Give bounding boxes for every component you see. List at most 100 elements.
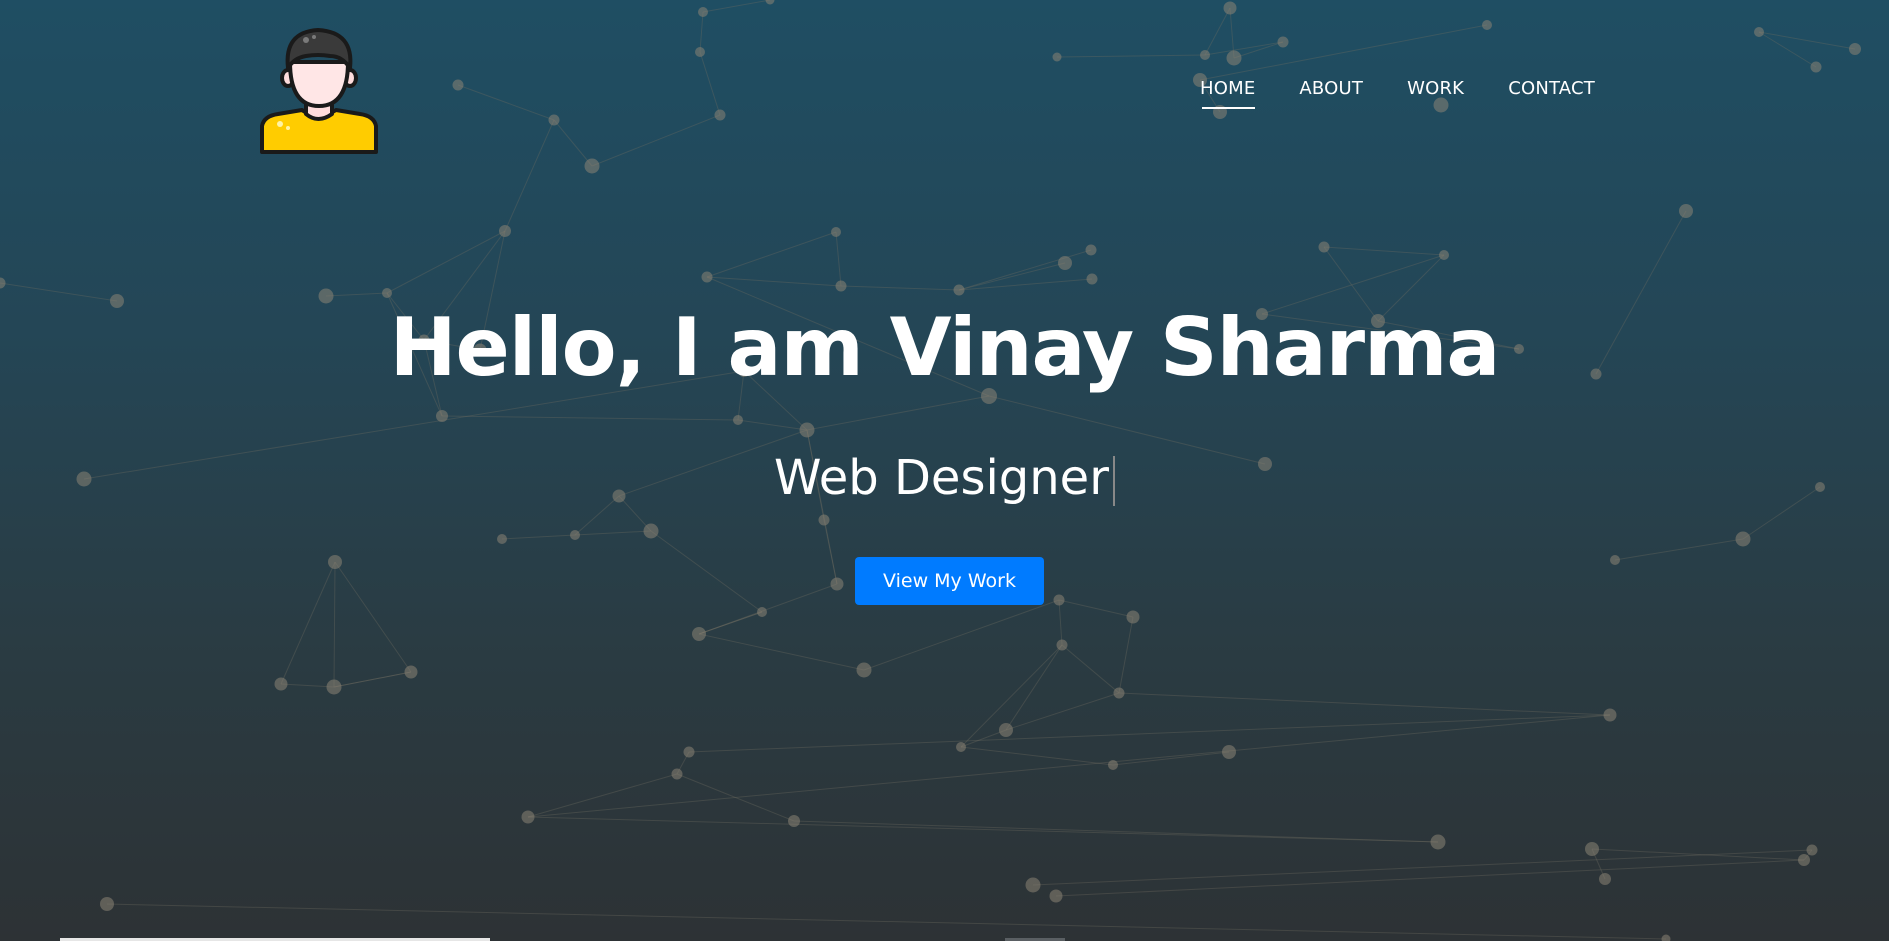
particle-link bbox=[960, 729, 1007, 748]
particle-dot bbox=[1025, 877, 1041, 893]
particle-link bbox=[688, 714, 1611, 753]
particle-dot bbox=[274, 677, 288, 691]
hero-title: Hello, I am Vinay Sharma bbox=[389, 301, 1501, 394]
particle-dot bbox=[835, 280, 847, 292]
particle-dot bbox=[1599, 873, 1611, 885]
nav-work[interactable]: WORK bbox=[1407, 78, 1464, 109]
particle-link bbox=[1118, 616, 1134, 694]
particle-dot bbox=[1223, 1, 1237, 15]
particle-dot bbox=[830, 577, 844, 591]
particle-dot bbox=[799, 422, 815, 438]
particle-dot bbox=[1585, 842, 1599, 856]
particle-dot bbox=[701, 271, 713, 283]
particle-dot bbox=[497, 534, 507, 544]
particle-link bbox=[835, 231, 842, 287]
particle-dot bbox=[382, 288, 392, 298]
particle-dot bbox=[818, 514, 830, 526]
particle-dot bbox=[695, 47, 705, 57]
particle-link bbox=[1058, 599, 1063, 646]
particle-link bbox=[706, 231, 837, 278]
particle-dot bbox=[999, 723, 1013, 737]
particle-dot bbox=[1058, 256, 1072, 270]
particle-link bbox=[1204, 41, 1284, 56]
particle-dot bbox=[1735, 531, 1751, 547]
particle-link bbox=[699, 11, 704, 53]
particle-link bbox=[0, 282, 118, 302]
particle-link bbox=[1323, 246, 1445, 256]
particle-dot bbox=[1610, 555, 1620, 565]
particle-link bbox=[698, 611, 763, 635]
particle-dot bbox=[570, 530, 580, 540]
particle-dot bbox=[1482, 20, 1492, 30]
particle-link bbox=[280, 683, 335, 688]
particle-dot bbox=[1086, 273, 1098, 285]
particle-link bbox=[650, 530, 763, 613]
particle-dot bbox=[1056, 639, 1068, 651]
particle-dot bbox=[1318, 241, 1330, 253]
particle-link bbox=[1005, 644, 1063, 731]
particle-link bbox=[823, 519, 838, 585]
particle-link bbox=[325, 292, 388, 297]
typing-caret bbox=[1112, 456, 1115, 506]
particle-link bbox=[1199, 24, 1488, 81]
particle-dot bbox=[671, 768, 683, 780]
particle-link bbox=[553, 119, 593, 167]
particle-dot bbox=[1200, 50, 1210, 60]
particle-dot bbox=[1754, 27, 1764, 37]
particle-link bbox=[334, 561, 412, 673]
particle-dot bbox=[683, 746, 695, 758]
particle-dot bbox=[1439, 250, 1449, 260]
particle-link bbox=[1204, 7, 1231, 56]
particle-dot bbox=[757, 607, 767, 617]
particle-dot bbox=[856, 662, 872, 678]
particle-link bbox=[527, 714, 1611, 818]
particle-dot bbox=[0, 277, 6, 289]
particle-link bbox=[1118, 692, 1611, 716]
particle-link bbox=[699, 51, 721, 116]
particle-link bbox=[1058, 599, 1134, 618]
particle-link bbox=[441, 415, 739, 421]
particle-link bbox=[958, 249, 1092, 291]
particle-dot bbox=[584, 158, 600, 174]
particle-dot bbox=[499, 225, 511, 237]
particle-dot bbox=[1806, 844, 1818, 856]
particle-dot bbox=[698, 7, 708, 17]
particle-link bbox=[1112, 751, 1230, 766]
particle-link bbox=[457, 84, 555, 121]
particle-dot bbox=[110, 294, 124, 308]
particle-dot bbox=[643, 523, 659, 539]
particle-dot bbox=[328, 555, 342, 569]
particle-dot bbox=[1222, 745, 1236, 759]
particle-dot bbox=[1430, 834, 1446, 850]
particle-link bbox=[1055, 859, 1805, 897]
particle-dot bbox=[1603, 708, 1617, 722]
avatar-logo[interactable] bbox=[258, 26, 380, 154]
hero-subtitle: Web Designer bbox=[774, 450, 1109, 506]
particle-link bbox=[706, 276, 842, 287]
particle-link bbox=[737, 419, 808, 431]
particle-dot bbox=[714, 109, 726, 121]
particle-dot bbox=[1085, 244, 1097, 256]
view-my-work-button[interactable]: View My Work bbox=[855, 557, 1044, 605]
particle-dot bbox=[953, 284, 965, 296]
particle-dot bbox=[1849, 43, 1861, 55]
particle-dot bbox=[1226, 50, 1242, 66]
particle-dot bbox=[521, 810, 535, 824]
particle-link bbox=[504, 119, 555, 232]
particle-link bbox=[1032, 849, 1813, 886]
nav-home[interactable]: HOME bbox=[1200, 78, 1256, 109]
particle-dot bbox=[1126, 610, 1140, 624]
nav-about[interactable]: ABOUT bbox=[1299, 78, 1363, 109]
particle-link bbox=[333, 561, 336, 688]
avatar-icon bbox=[260, 28, 378, 154]
particle-dot bbox=[548, 114, 560, 126]
particle-dot bbox=[436, 410, 448, 422]
particle-link bbox=[793, 820, 1439, 843]
nav-contact[interactable]: CONTACT bbox=[1508, 78, 1595, 109]
particle-dot bbox=[733, 415, 743, 425]
particle-dot bbox=[1277, 36, 1289, 48]
particle-link bbox=[527, 773, 678, 818]
particle-link bbox=[1005, 692, 1120, 731]
main-navigation: HOME ABOUT WORK CONTACT bbox=[1200, 78, 1639, 109]
particle-dot bbox=[452, 79, 464, 91]
